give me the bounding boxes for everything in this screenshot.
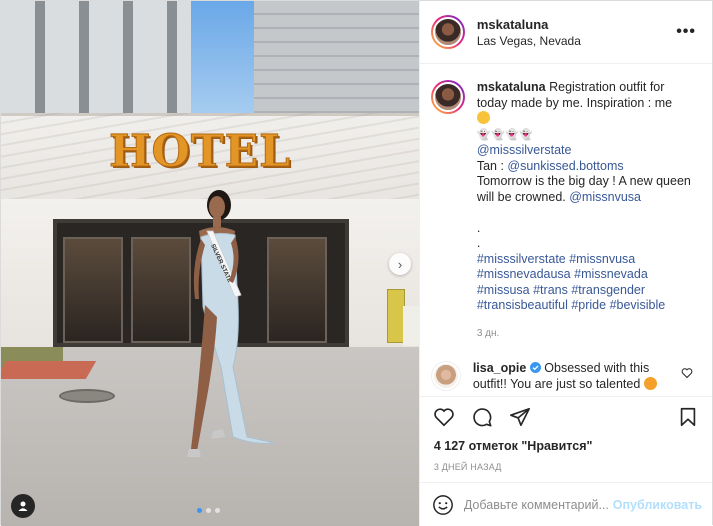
mention-link[interactable]: @sunkissed.bottoms <box>507 159 623 173</box>
comment-body: lisa_opie Obsessed with this outfit!! Yo… <box>473 361 673 392</box>
paper-plane-icon <box>509 407 530 426</box>
publish-comment-button[interactable]: Опубликовать <box>613 498 702 512</box>
caption-dot: . <box>476 236 481 250</box>
carousel-dot <box>215 508 220 513</box>
hashtag-link[interactable]: #missnvusa <box>569 252 635 266</box>
post-location[interactable]: Las Vegas, Nevada <box>477 34 672 48</box>
ghost-emojis: 👻👻👻👻 <box>476 128 534 141</box>
verified-badge-icon <box>529 362 541 373</box>
hashtag-link[interactable]: #missnevadausa <box>477 267 571 281</box>
star-struck-emoji <box>643 376 657 390</box>
hotel-sign: HOTEL <box>108 125 292 177</box>
hashtag-link[interactable]: #pride <box>571 298 606 312</box>
author-avatar[interactable] <box>430 15 465 49</box>
hashtag-link[interactable]: #misssilverstate <box>477 252 566 266</box>
grinning-face-with-tongue-emoji <box>476 111 490 124</box>
user-icon <box>18 501 28 511</box>
bookmark-icon <box>680 407 696 426</box>
caption-avatar[interactable] <box>430 80 465 114</box>
likes-count[interactable]: 4 127 отметок "Нравится" <box>420 436 712 456</box>
more-options-button[interactable]: ••• <box>672 19 700 45</box>
instagram-post: HOTEL SILVER STATE › mskataluna Las Vega… <box>0 0 713 526</box>
caption-dot: . <box>476 220 481 235</box>
hashtag-link[interactable]: #trans <box>533 283 568 297</box>
tan-prefix: Tan : <box>476 158 508 173</box>
heart-icon <box>434 407 454 426</box>
caption: mskataluna Registration outfit for today… <box>430 80 700 342</box>
heart-outline-icon[interactable] <box>681 367 693 379</box>
manhole-cover <box>59 389 115 403</box>
carousel-indicator <box>197 508 220 513</box>
caption-username[interactable]: mskataluna <box>477 80 546 94</box>
chevron-right-icon: › <box>397 256 403 272</box>
building-left <box>1 1 191 119</box>
red-curb <box>1 361 97 379</box>
carousel-dot <box>206 508 211 513</box>
smiley-icon[interactable] <box>432 494 454 516</box>
commenter-username[interactable]: lisa_opie <box>473 361 527 375</box>
caption-time[interactable]: 3 дн. <box>477 326 693 342</box>
hashtag-link[interactable]: #missnevada <box>574 267 648 281</box>
hashtag-link[interactable]: #bevisible <box>610 298 666 312</box>
author-username[interactable]: mskataluna <box>477 17 672 32</box>
share-button[interactable] <box>508 405 532 429</box>
save-button[interactable] <box>676 405 700 429</box>
model-figure: SILVER STATE <box>161 187 281 467</box>
comments-section: mskataluna Registration outfit for today… <box>420 64 712 396</box>
mention-link[interactable]: @misssilverstate <box>477 143 572 157</box>
action-bar <box>419 396 712 436</box>
next-photo-button[interactable]: › <box>389 253 411 275</box>
hashtag-link[interactable]: #missusa <box>477 283 530 297</box>
post-details-panel: mskataluna Las Vegas, Nevada ••• mskatal… <box>418 1 712 526</box>
comment-icon <box>473 407 492 427</box>
post-photo[interactable]: HOTEL SILVER STATE › <box>1 1 419 526</box>
comment-input[interactable] <box>463 497 613 512</box>
post-date[interactable]: 3 ДНЕЙ НАЗАД <box>420 456 712 482</box>
author-info: mskataluna Las Vegas, Nevada <box>477 17 672 48</box>
add-comment-bar: Опубликовать <box>419 482 712 526</box>
post-header: mskataluna Las Vegas, Nevada ••• <box>419 1 712 64</box>
planter <box>403 306 419 346</box>
like-button[interactable] <box>432 405 456 429</box>
mention-link[interactable]: @missnvusa <box>569 190 641 204</box>
comment-button[interactable] <box>470 405 494 429</box>
hashtag-link[interactable]: #transgender <box>571 283 645 297</box>
commenter-avatar[interactable] <box>430 361 461 391</box>
comment: lisa_opie Obsessed with this outfit!! Yo… <box>430 361 700 392</box>
hashtag-link[interactable]: #transisbeautiful <box>477 298 568 312</box>
more-horizontal-icon: ••• <box>676 23 696 40</box>
building-right <box>253 1 419 119</box>
tagged-users-button[interactable] <box>11 494 35 518</box>
door-panel <box>63 237 123 343</box>
carousel-dot <box>197 508 202 513</box>
caption-body: mskataluna Registration outfit for today… <box>476 80 693 342</box>
